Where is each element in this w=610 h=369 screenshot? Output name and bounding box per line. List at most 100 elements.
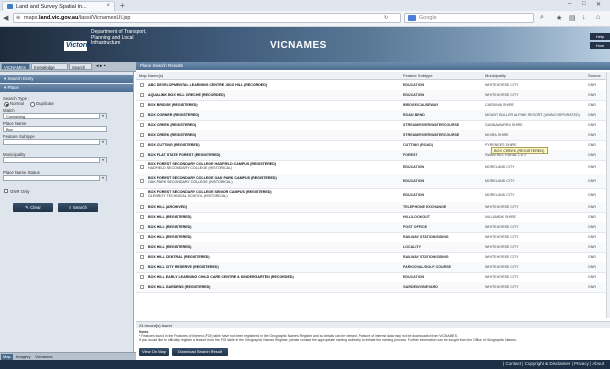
row-name: BOX FOREST SECONDARY COLLEGE OAK PARK CA… bbox=[148, 176, 277, 185]
browser-tab[interactable]: Land and Survey Spatial In... × bbox=[2, 1, 115, 11]
row-name: BOX CORNER (REGISTERED) bbox=[148, 113, 200, 117]
row-checkbox[interactable] bbox=[140, 103, 144, 107]
match-select[interactable]: Containing ▾ bbox=[3, 113, 107, 119]
help-button[interactable]: Help bbox=[590, 33, 610, 40]
download-search-result-button[interactable]: Download Search Result bbox=[172, 348, 228, 356]
tab-knowledge-base[interactable]: Knowledge Base bbox=[31, 63, 68, 77]
row-checkbox[interactable] bbox=[140, 123, 144, 127]
chevron-down-icon[interactable]: ▾ bbox=[99, 176, 106, 181]
row-municipality: MORELAND CITY bbox=[485, 193, 515, 197]
close-icon[interactable]: × bbox=[106, 3, 110, 9]
search-icon[interactable]: ⌕ bbox=[540, 14, 544, 22]
row-checkbox[interactable] bbox=[140, 133, 144, 137]
col-header-source[interactable]: Source bbox=[588, 73, 601, 78]
row-source: GNR bbox=[588, 165, 596, 169]
row-checkbox[interactable] bbox=[140, 215, 144, 219]
home-button[interactable]: Hom bbox=[590, 42, 610, 49]
back-icon[interactable]: ◀ bbox=[3, 14, 8, 22]
table-row[interactable]: BOX HILL GARDENS (REGISTERED) GARDEN/VINE… bbox=[136, 282, 606, 293]
row-municipality: WHITEHORSE CITY bbox=[485, 275, 519, 279]
row-checkbox[interactable] bbox=[140, 179, 144, 183]
browser-nav-bar: ◀ ⊕ maps.land.vic.gov.au/lassi/VicnamesU… bbox=[0, 11, 610, 27]
download-icon[interactable]: ↓ bbox=[582, 14, 586, 21]
address-bar[interactable]: ⊕ maps.land.vic.gov.au/lassi/VicnamesUI.… bbox=[13, 13, 401, 23]
results-scrollbar[interactable] bbox=[606, 72, 610, 318]
row-name: BOX CUTTING (REGISTERED) bbox=[148, 143, 200, 147]
row-name: BOX HILL (REGISTERED) bbox=[148, 235, 192, 239]
table-row[interactable]: BOX FOREST SECONDARY COLLEGE HADFIELD CA… bbox=[136, 160, 606, 175]
normal-radio[interactable] bbox=[4, 102, 9, 107]
row-name: BOX HILL (REGISTERED) bbox=[148, 215, 192, 219]
footer-links[interactable]: | Contact | Copyright & Disclaimer | Pri… bbox=[503, 361, 604, 366]
row-checkbox[interactable] bbox=[140, 275, 144, 279]
note-register: If you would like to officially register… bbox=[139, 338, 517, 342]
search-button[interactable]: ⌕ Search bbox=[58, 203, 98, 212]
tab-title: Land and Survey Spatial In... bbox=[16, 4, 87, 10]
tab-search[interactable]: Search bbox=[69, 63, 92, 70]
col-header-municipality[interactable]: Municipality bbox=[485, 73, 506, 78]
search-panel: ▾ Search Entry ▾ Place Search Type : Nor… bbox=[0, 72, 134, 352]
row-checkbox[interactable] bbox=[140, 225, 144, 229]
row-name: BOX FOREST SECONDARY COLLEGE SENIOR CAMP… bbox=[148, 190, 272, 199]
row-checkbox[interactable] bbox=[140, 205, 144, 209]
refresh-icon[interactable]: ↻ bbox=[384, 15, 388, 21]
row-source: GNR bbox=[588, 245, 596, 249]
row-municipality: WHITEHORSE CITY bbox=[485, 245, 519, 249]
clipboard-icon[interactable]: ▤ bbox=[569, 14, 576, 22]
col-header-name[interactable]: Map Name(s) bbox=[139, 73, 163, 78]
clear-button[interactable]: ✎ Clear bbox=[13, 203, 53, 212]
row-checkbox[interactable] bbox=[140, 265, 144, 269]
chevron-down-icon[interactable]: ▾ bbox=[99, 158, 106, 163]
row-feature-subtype: BRIDGE/CAUSEWAY bbox=[403, 103, 439, 107]
search-entry-header[interactable]: ▾ Search Entry bbox=[0, 75, 133, 83]
tab-scroll-arrows[interactable]: ◂ ▸ ▪ bbox=[96, 63, 106, 69]
row-source: GNR bbox=[588, 93, 596, 97]
municipality-select[interactable]: ▾ bbox=[3, 157, 107, 163]
row-source: GNR bbox=[588, 113, 596, 117]
chevron-down-icon[interactable]: ▾ bbox=[99, 114, 106, 119]
home-icon[interactable]: ⌂ bbox=[596, 14, 600, 21]
row-checkbox[interactable] bbox=[140, 245, 144, 249]
results-column-headers: Map Name(s) Feature Subtype Municipality… bbox=[136, 72, 606, 80]
row-checkbox[interactable] bbox=[140, 93, 144, 97]
gnr-only-checkbox[interactable] bbox=[4, 189, 8, 193]
view-on-map-button[interactable]: View On Map bbox=[139, 348, 169, 356]
row-source: GNR bbox=[588, 225, 596, 229]
chevron-down-icon[interactable]: ▾ bbox=[99, 140, 106, 145]
row-feature-subtype: PARK/OVAL/GOLF COURSE bbox=[403, 265, 451, 269]
row-checkbox[interactable] bbox=[140, 255, 144, 259]
row-checkbox[interactable] bbox=[140, 143, 144, 147]
row-checkbox[interactable] bbox=[140, 193, 144, 197]
row-checkbox[interactable] bbox=[140, 285, 144, 289]
row-checkbox[interactable] bbox=[140, 83, 144, 87]
app-header: Victoria Department of Transport, Planni… bbox=[0, 27, 610, 62]
place-name-input[interactable]: Box bbox=[3, 126, 107, 132]
row-checkbox[interactable] bbox=[140, 153, 144, 157]
row-municipality: WHITEHORSE CITY bbox=[485, 285, 519, 289]
row-municipality: WHITEHORSE CITY bbox=[485, 235, 519, 239]
place-name-status-select[interactable]: ▾ bbox=[3, 175, 107, 181]
minimize-button[interactable]: – bbox=[568, 1, 571, 7]
row-source: GNR bbox=[588, 285, 596, 289]
close-window-button[interactable]: ✕ bbox=[596, 1, 601, 8]
col-header-feature-subtype[interactable]: Feature Subtype bbox=[403, 73, 433, 78]
duplicate-radio[interactable] bbox=[30, 102, 35, 107]
new-tab-button[interactable]: + bbox=[120, 1, 125, 10]
maximize-button[interactable]: □ bbox=[582, 1, 586, 7]
table-row[interactable]: BOX FOREST SECONDARY COLLEGE SENIOR CAMP… bbox=[136, 188, 606, 203]
bookmark-star-icon[interactable]: ★ bbox=[556, 14, 562, 22]
row-source: GNR bbox=[588, 255, 596, 259]
place-header[interactable]: ▾ Place bbox=[0, 84, 133, 92]
google-icon bbox=[408, 15, 416, 21]
tab-vicnames[interactable]: VICNAMES bbox=[1, 63, 30, 70]
footer-bar: | Contact | Copyright & Disclaimer | Pri… bbox=[0, 360, 610, 369]
row-checkbox[interactable] bbox=[140, 235, 144, 239]
row-checkbox[interactable] bbox=[140, 113, 144, 117]
tooltip: BOX CREEK (REGISTERED) bbox=[491, 147, 548, 154]
feature-subtype-select[interactable]: ▾ bbox=[3, 139, 107, 145]
row-source: GNR bbox=[588, 143, 596, 147]
row-checkbox[interactable] bbox=[140, 165, 144, 169]
search-placeholder: Google bbox=[419, 15, 437, 21]
table-row[interactable]: BOX FOREST SECONDARY COLLEGE OAK PARK CA… bbox=[136, 174, 606, 189]
browser-search-field[interactable]: Google bbox=[404, 13, 534, 23]
